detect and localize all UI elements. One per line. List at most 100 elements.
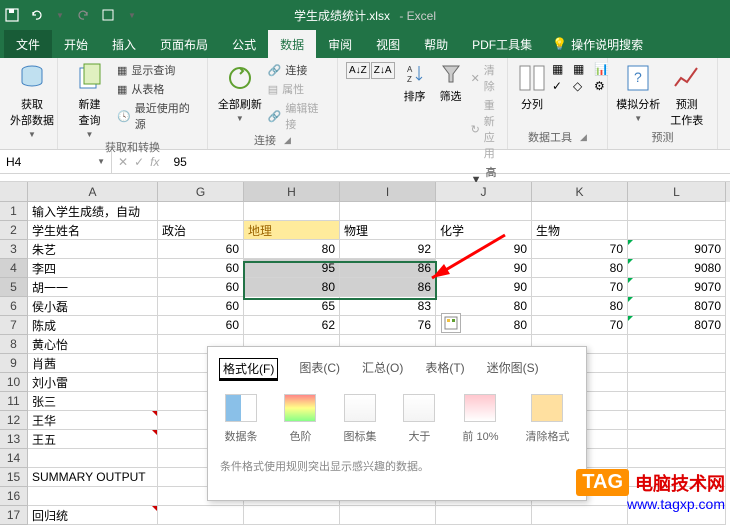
cell[interactable]	[532, 202, 628, 221]
cell[interactable]: 9070	[628, 240, 726, 259]
from-table-button[interactable]: ▦ 从表格	[117, 81, 199, 97]
qa-tab-format[interactable]: 格式化(F)	[220, 359, 277, 380]
row-header-3[interactable]: 3	[0, 240, 28, 259]
tab-file[interactable]: 文件	[4, 30, 52, 58]
cell[interactable]: 95	[244, 259, 340, 278]
tab-layout[interactable]: 页面布局	[148, 30, 220, 58]
cell[interactable]: 地理	[244, 221, 340, 240]
remove-dup-icon[interactable]: ▦	[573, 62, 591, 76]
cell[interactable]: 90	[436, 278, 532, 297]
cell[interactable]: 王五	[28, 430, 158, 449]
row-header-15[interactable]: 15	[0, 468, 28, 487]
qa-iconset[interactable]: 图标集	[343, 394, 376, 444]
cell[interactable]: 70	[532, 240, 628, 259]
qa-clear[interactable]: 清除格式	[525, 394, 569, 444]
cell[interactable]	[340, 506, 436, 525]
cell[interactable]	[628, 449, 726, 468]
qa-tab-chart[interactable]: 图表(C)	[299, 359, 340, 380]
cell[interactable]: 化学	[436, 221, 532, 240]
cell[interactable]: 8070	[628, 316, 726, 335]
cell[interactable]	[628, 221, 726, 240]
cell[interactable]: 70	[532, 316, 628, 335]
chevron-down-icon[interactable]: ▼	[97, 157, 105, 166]
row-header-6[interactable]: 6	[0, 297, 28, 316]
cell[interactable]: 政治	[158, 221, 244, 240]
qa-top10[interactable]: 前 10%	[462, 394, 498, 444]
row-header-8[interactable]: 8	[0, 335, 28, 354]
quick-analysis-button[interactable]	[441, 313, 461, 333]
undo-dropdown-icon[interactable]: ▼	[52, 7, 68, 23]
tab-formula[interactable]: 公式	[220, 30, 268, 58]
enter-icon[interactable]: ✓	[134, 155, 144, 169]
cancel-icon[interactable]: ✕	[118, 155, 128, 169]
cell[interactable]	[628, 411, 726, 430]
row-header-4[interactable]: 4	[0, 259, 28, 278]
cell[interactable]: 输入学生成绩，自动	[28, 202, 158, 221]
what-if-button[interactable]: ? 模拟分析 ▼	[616, 62, 661, 123]
cell[interactable]: 刘小雷	[28, 373, 158, 392]
row-header-5[interactable]: 5	[0, 278, 28, 297]
cell[interactable]	[436, 506, 532, 525]
tab-help[interactable]: 帮助	[412, 30, 460, 58]
cell[interactable]	[628, 335, 726, 354]
cell[interactable]	[244, 202, 340, 221]
qa-tab-table[interactable]: 表格(T)	[425, 359, 464, 380]
cell[interactable]: 83	[340, 297, 436, 316]
cell[interactable]	[628, 392, 726, 411]
name-box[interactable]: H4 ▼	[0, 150, 112, 173]
col-header-K[interactable]: K	[532, 182, 628, 202]
row-header-9[interactable]: 9	[0, 354, 28, 373]
row-header-12[interactable]: 12	[0, 411, 28, 430]
forecast-sheet-button[interactable]: 预测 工作表	[665, 62, 710, 128]
data-validation-icon[interactable]: ✓	[552, 79, 570, 93]
cell[interactable]: 回归统	[28, 506, 158, 525]
new-query-button[interactable]: 新建 查询 ▼	[66, 62, 113, 139]
qa-tab-sparkline[interactable]: 迷你图(S)	[487, 359, 539, 380]
save-icon[interactable]	[4, 7, 20, 23]
cell[interactable]: 80	[532, 297, 628, 316]
reapply-button[interactable]: ↻ 重新应用	[471, 97, 499, 161]
cell[interactable]: 60	[158, 316, 244, 335]
qa-databars[interactable]: 数据条	[224, 394, 257, 444]
relationships-icon[interactable]: ◇	[573, 79, 591, 93]
refresh-all-button[interactable]: 全部刷新 ▼	[216, 62, 264, 123]
filter-button[interactable]: 筛选	[435, 62, 467, 104]
cell[interactable]	[158, 506, 244, 525]
cell[interactable]	[628, 202, 726, 221]
formula-bar[interactable]: 95	[165, 155, 730, 169]
cell[interactable]: 80	[244, 240, 340, 259]
cell[interactable]: 70	[532, 278, 628, 297]
cell[interactable]	[28, 487, 158, 506]
get-external-data-button[interactable]: 获取 外部数据 ▼	[8, 62, 56, 139]
row-header-2[interactable]: 2	[0, 221, 28, 240]
row-header-14[interactable]: 14	[0, 449, 28, 468]
col-header-G[interactable]: G	[158, 182, 244, 202]
cell[interactable]	[158, 202, 244, 221]
col-header-I[interactable]: I	[340, 182, 436, 202]
cell[interactable]: 9070	[628, 278, 726, 297]
cell[interactable]	[340, 202, 436, 221]
tell-me[interactable]: 💡 操作说明搜索	[552, 30, 643, 58]
touch-mode-icon[interactable]	[100, 7, 116, 23]
cell[interactable]: 90	[436, 240, 532, 259]
tab-view[interactable]: 视图	[364, 30, 412, 58]
cell[interactable]: 生物	[532, 221, 628, 240]
col-header-H[interactable]: H	[244, 182, 340, 202]
cell[interactable]: 92	[340, 240, 436, 259]
properties-button[interactable]: ▤ 属性	[268, 81, 329, 97]
cell[interactable]	[28, 449, 158, 468]
dialog-launcher-icon[interactable]: ◢	[284, 135, 291, 146]
tab-insert[interactable]: 插入	[100, 30, 148, 58]
cell[interactable]: 86	[340, 259, 436, 278]
row-header-7[interactable]: 7	[0, 316, 28, 335]
cell[interactable]: 86	[340, 278, 436, 297]
cell[interactable]: 李四	[28, 259, 158, 278]
row-header-10[interactable]: 10	[0, 373, 28, 392]
cell[interactable]: 陈成	[28, 316, 158, 335]
sort-asc-icon[interactable]: A↓Z	[346, 62, 370, 79]
row-header-1[interactable]: 1	[0, 202, 28, 221]
undo-icon[interactable]	[28, 7, 44, 23]
connections-button[interactable]: 🔗 连接	[268, 62, 329, 78]
row-header-13[interactable]: 13	[0, 430, 28, 449]
cell[interactable]	[628, 373, 726, 392]
